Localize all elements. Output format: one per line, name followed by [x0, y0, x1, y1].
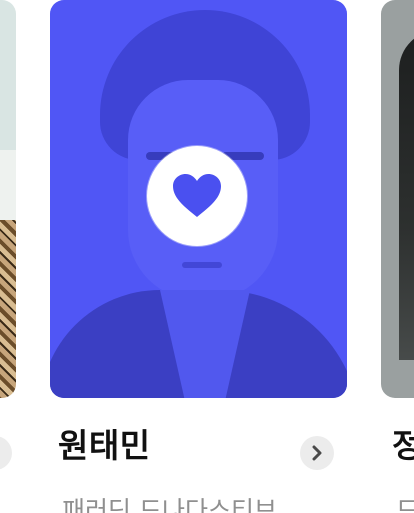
artist-photo-previous: [0, 150, 16, 230]
heart-icon: [173, 174, 221, 217]
chevron-right-icon: [0, 445, 2, 461]
artist-detail-button[interactable]: [300, 436, 334, 470]
artist-card-previous[interactable]: [0, 0, 16, 398]
artist-photo-previous-jacket: [0, 220, 16, 398]
artist-previous-detail-button[interactable]: [0, 436, 12, 470]
artist-photo-next: [399, 30, 414, 360]
artist-card-next[interactable]: [381, 0, 414, 398]
artist-name: 원태민: [58, 426, 151, 465]
chevron-right-icon: [312, 445, 322, 461]
artist-carousel: 원태민 패러딘 드나다스티브 정 드: [0, 0, 414, 513]
favorite-button[interactable]: [147, 146, 247, 246]
artist-subtitle: 패러딘 드나다스티브: [62, 496, 277, 513]
artist-subtitle-next: 드: [396, 496, 414, 513]
artist-name-next: 정: [392, 426, 414, 465]
